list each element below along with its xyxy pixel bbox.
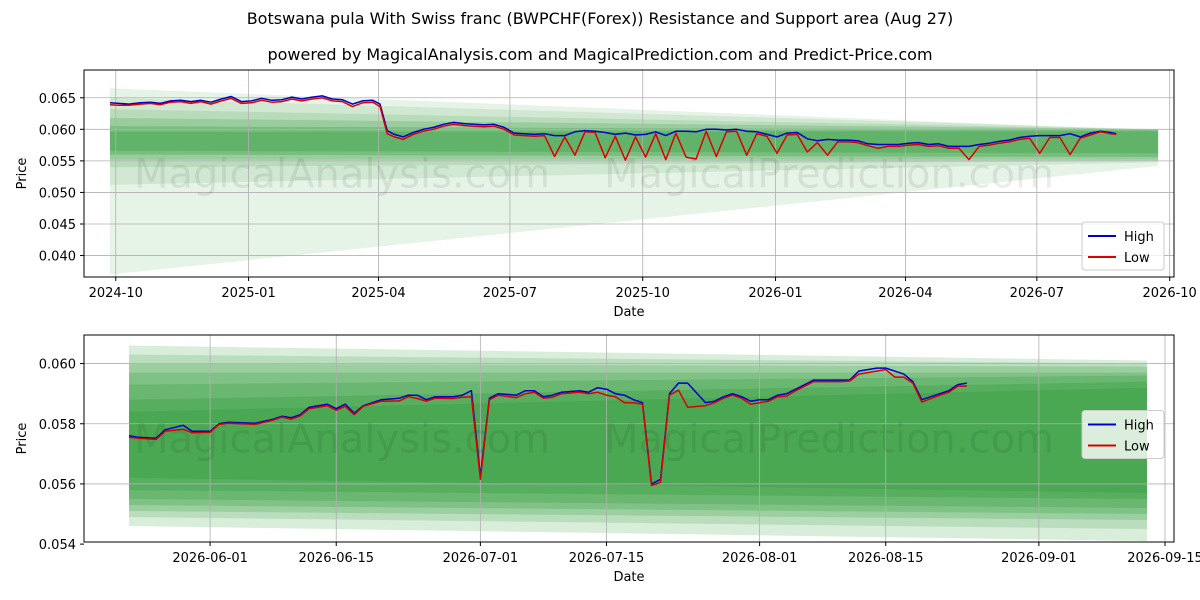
legend-label-high: High (1124, 230, 1154, 245)
y-tick-label: 0.054 (39, 538, 76, 553)
watermark-text: MagicalAnalysis.com (134, 152, 550, 198)
watermark-text: MagicalPrediction.com (604, 152, 1054, 198)
y-tick-label: 0.065 (39, 92, 76, 107)
x-tick-label: 2026-06-15 (298, 551, 374, 566)
x-tick-label: 2026-08-01 (722, 551, 798, 566)
x-tick-label: 2025-10 (616, 286, 670, 301)
legend: High Low (1081, 410, 1165, 459)
x-tick-label: 2025-04 (351, 286, 405, 301)
plot-top: MagicalAnalysis.com MagicalPrediction.com… (15, 69, 1197, 320)
x-tick-label: 2025-07 (483, 286, 537, 301)
x-tick-label: 2025-01 (221, 286, 275, 301)
y-axis-label: Price (15, 158, 30, 190)
y-tick-label: 0.056 (39, 478, 76, 493)
x-tick-label: 2024-10 (89, 286, 143, 301)
y-axis-label: Price (15, 423, 30, 455)
watermark-text: MagicalAnalysis.com (134, 417, 550, 463)
y-tick-label: 0.060 (39, 358, 76, 373)
legend: High Low (1081, 221, 1165, 271)
y-tick-label: 0.040 (39, 250, 76, 265)
x-tick-label: 2026-09-01 (1001, 551, 1077, 566)
x-axis-label: Date (613, 305, 644, 320)
x-tick-label: 2026-09-15 (1127, 551, 1200, 566)
x-tick-label: 2026-01 (748, 286, 802, 301)
legend-label-high: High (1124, 419, 1154, 434)
y-tick-label: 0.045 (39, 218, 76, 233)
legend-label-low: Low (1124, 440, 1150, 455)
x-tick-label: 2026-07 (1010, 286, 1064, 301)
x-tick-label: 2026-10 (1143, 286, 1197, 301)
watermark-text: MagicalPrediction.com (604, 417, 1054, 463)
y-tick-label: 0.058 (39, 418, 76, 433)
y-tick-label: 0.050 (39, 186, 76, 201)
x-tick-label: 2026-08-15 (848, 551, 924, 566)
charts-canvas: MagicalAnalysis.com MagicalPrediction.com… (15, 69, 1200, 585)
y-tick-label: 0.055 (39, 155, 76, 170)
chart-figure: Botswana pula With Swiss franc (BWPCHF(F… (0, 0, 1200, 600)
x-tick-label: 2026-07-01 (443, 551, 519, 566)
x-tick-label: 2026-04 (878, 286, 932, 301)
plot-bottom: MagicalAnalysis.com MagicalPrediction.com… (15, 334, 1200, 585)
x-axis-label: Date (613, 570, 644, 585)
legend-label-low: Low (1124, 251, 1150, 266)
x-tick-label: 2026-07-15 (569, 551, 645, 566)
y-tick-label: 0.060 (39, 123, 76, 138)
x-tick-label: 2026-06-01 (172, 551, 248, 566)
